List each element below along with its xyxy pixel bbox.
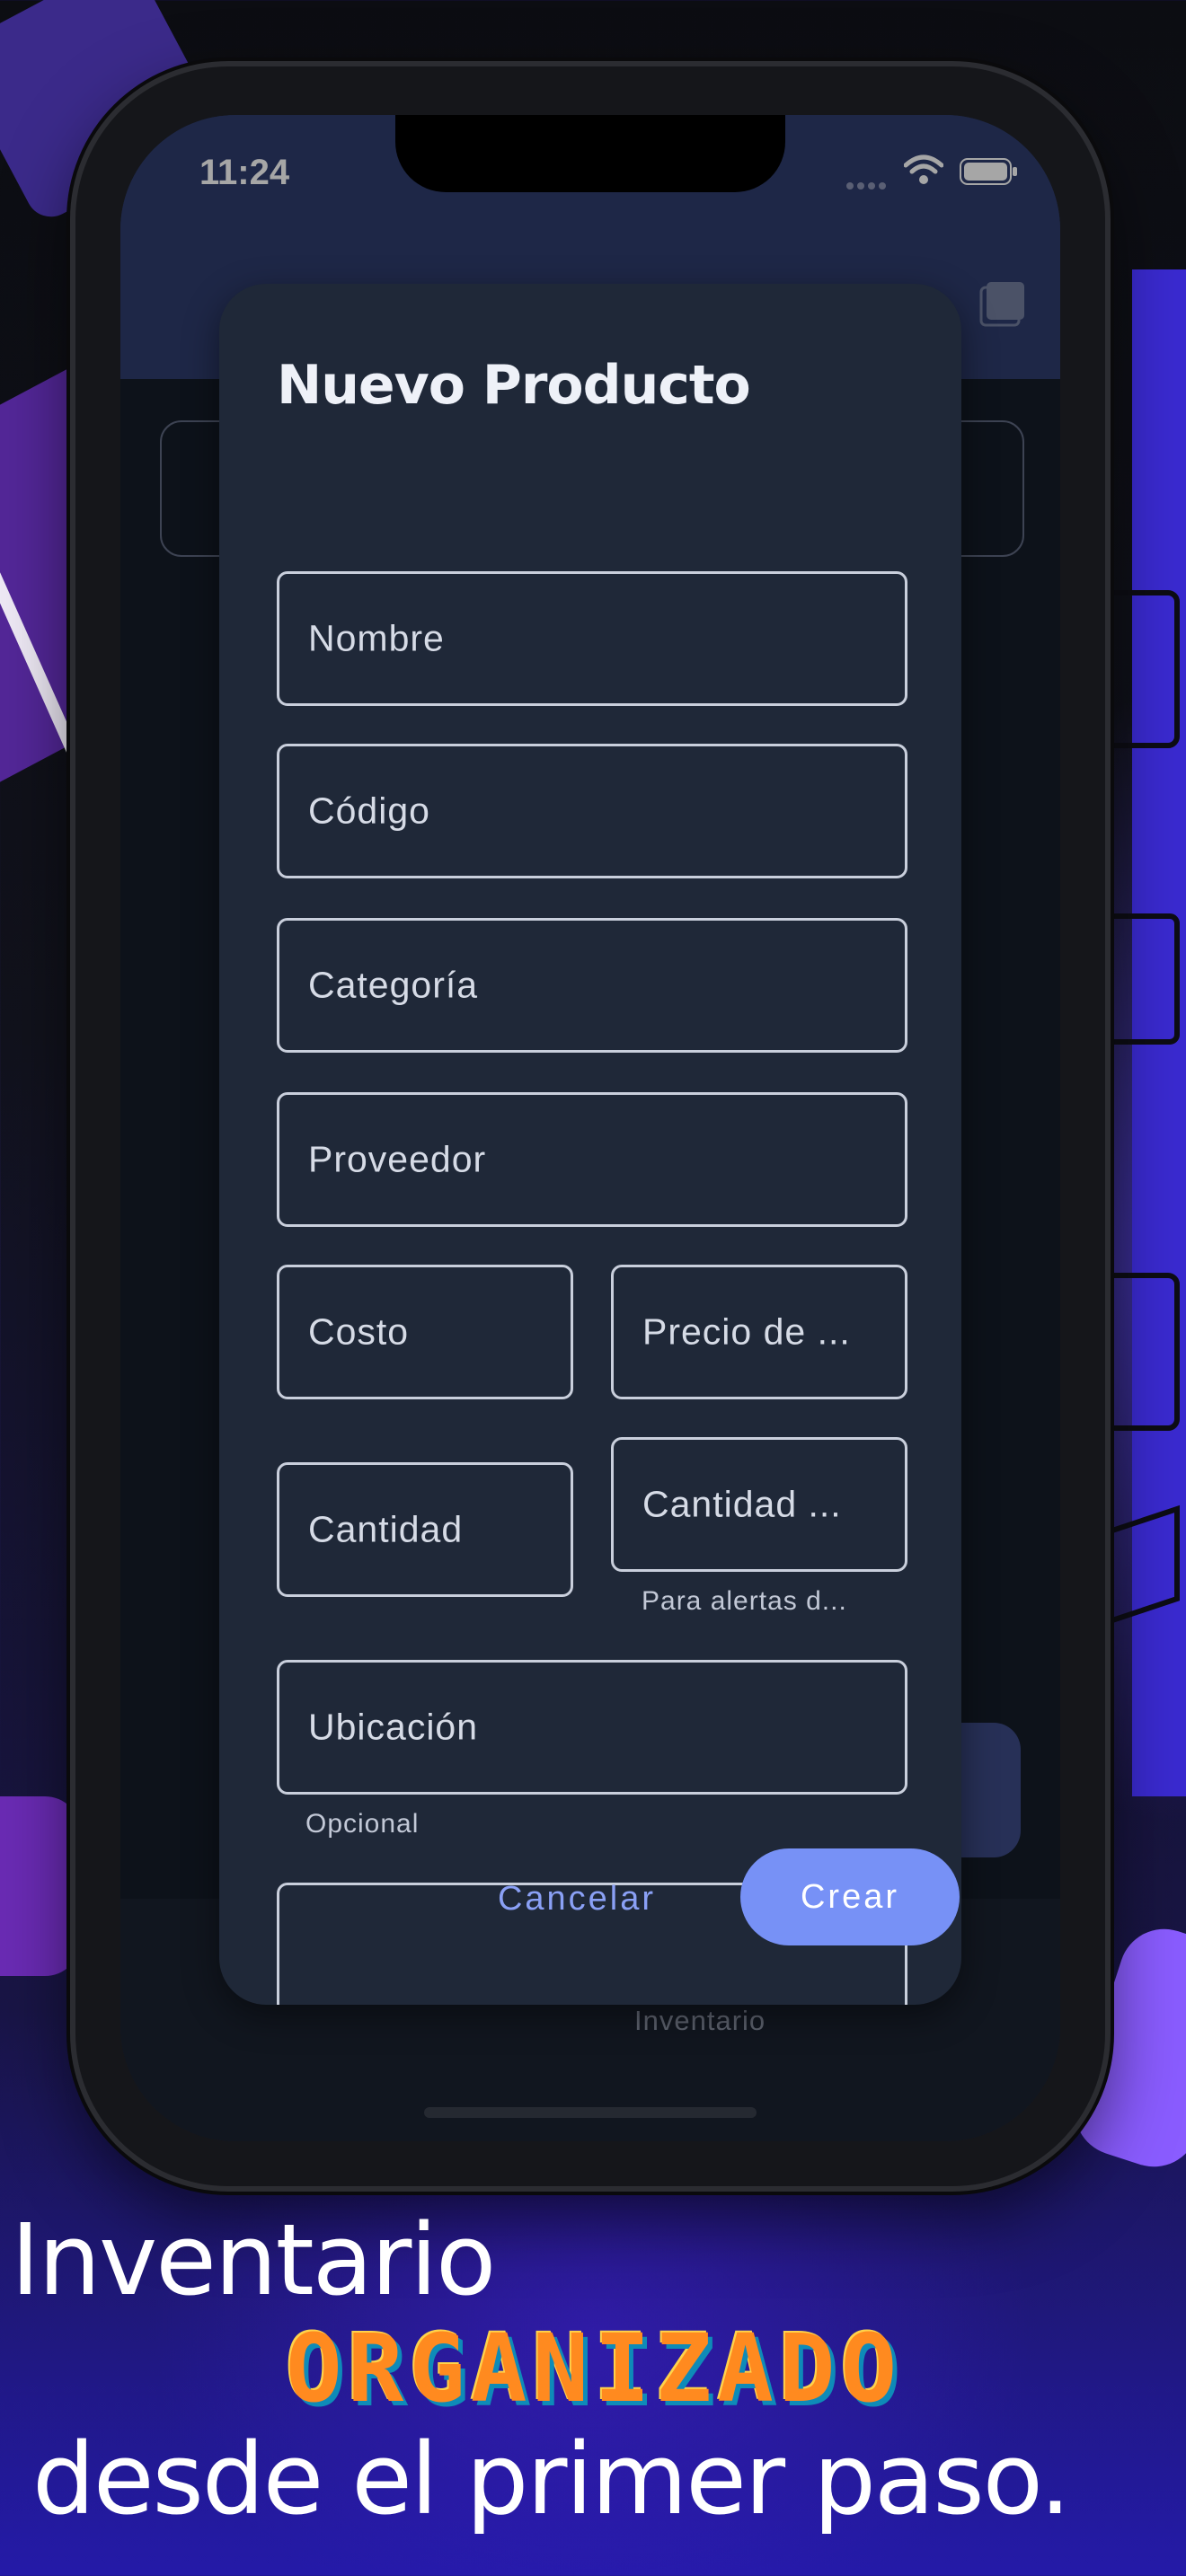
phone-screen: 11:24 Inventario Nuevo Producto Nombre C… [120,115,1060,2141]
categoria-field[interactable]: Categoría [277,918,907,1053]
nombre-label: Nombre [308,617,445,659]
proveedor-label: Proveedor [308,1138,487,1180]
categoria-label: Categoría [308,964,479,1006]
costo-label: Costo [308,1310,410,1353]
costo-field[interactable]: Costo [277,1265,573,1399]
codigo-field[interactable]: Código [277,744,907,878]
cantidad-minima-label: Cantidad ... [642,1483,842,1525]
cantidad-label: Cantidad [308,1508,464,1550]
precio-field[interactable]: Precio de ... [611,1265,907,1399]
proveedor-field[interactable]: Proveedor [277,1092,907,1227]
tagline-line-1: Inventario [11,2202,496,2317]
precio-label: Precio de ... [642,1310,851,1353]
create-button[interactable]: Crear [740,1848,960,1945]
background-controller-tile [0,1796,81,1976]
cantidad-field[interactable]: Cantidad [277,1462,573,1597]
tagline-line-3: desde el primer paso. [32,2422,1071,2536]
nombre-field[interactable]: Nombre [277,571,907,706]
cantidad-minima-helper: Para alertas d... [642,1586,847,1616]
cancel-button[interactable]: Cancelar [460,1850,694,1947]
ubicacion-field[interactable]: Ubicación [277,1660,907,1795]
codigo-label: Código [308,790,430,832]
ubicacion-label: Ubicación [308,1706,479,1748]
tagline-line-2: ORGANIZADO [286,2314,903,2423]
ubicacion-helper: Opcional [305,1809,420,1839]
dialog-title: Nuevo Producto [277,354,751,417]
new-product-dialog: Nuevo Producto Nombre Código Categoría P… [219,284,961,2005]
cantidad-minima-field[interactable]: Cantidad ... [611,1437,907,1572]
